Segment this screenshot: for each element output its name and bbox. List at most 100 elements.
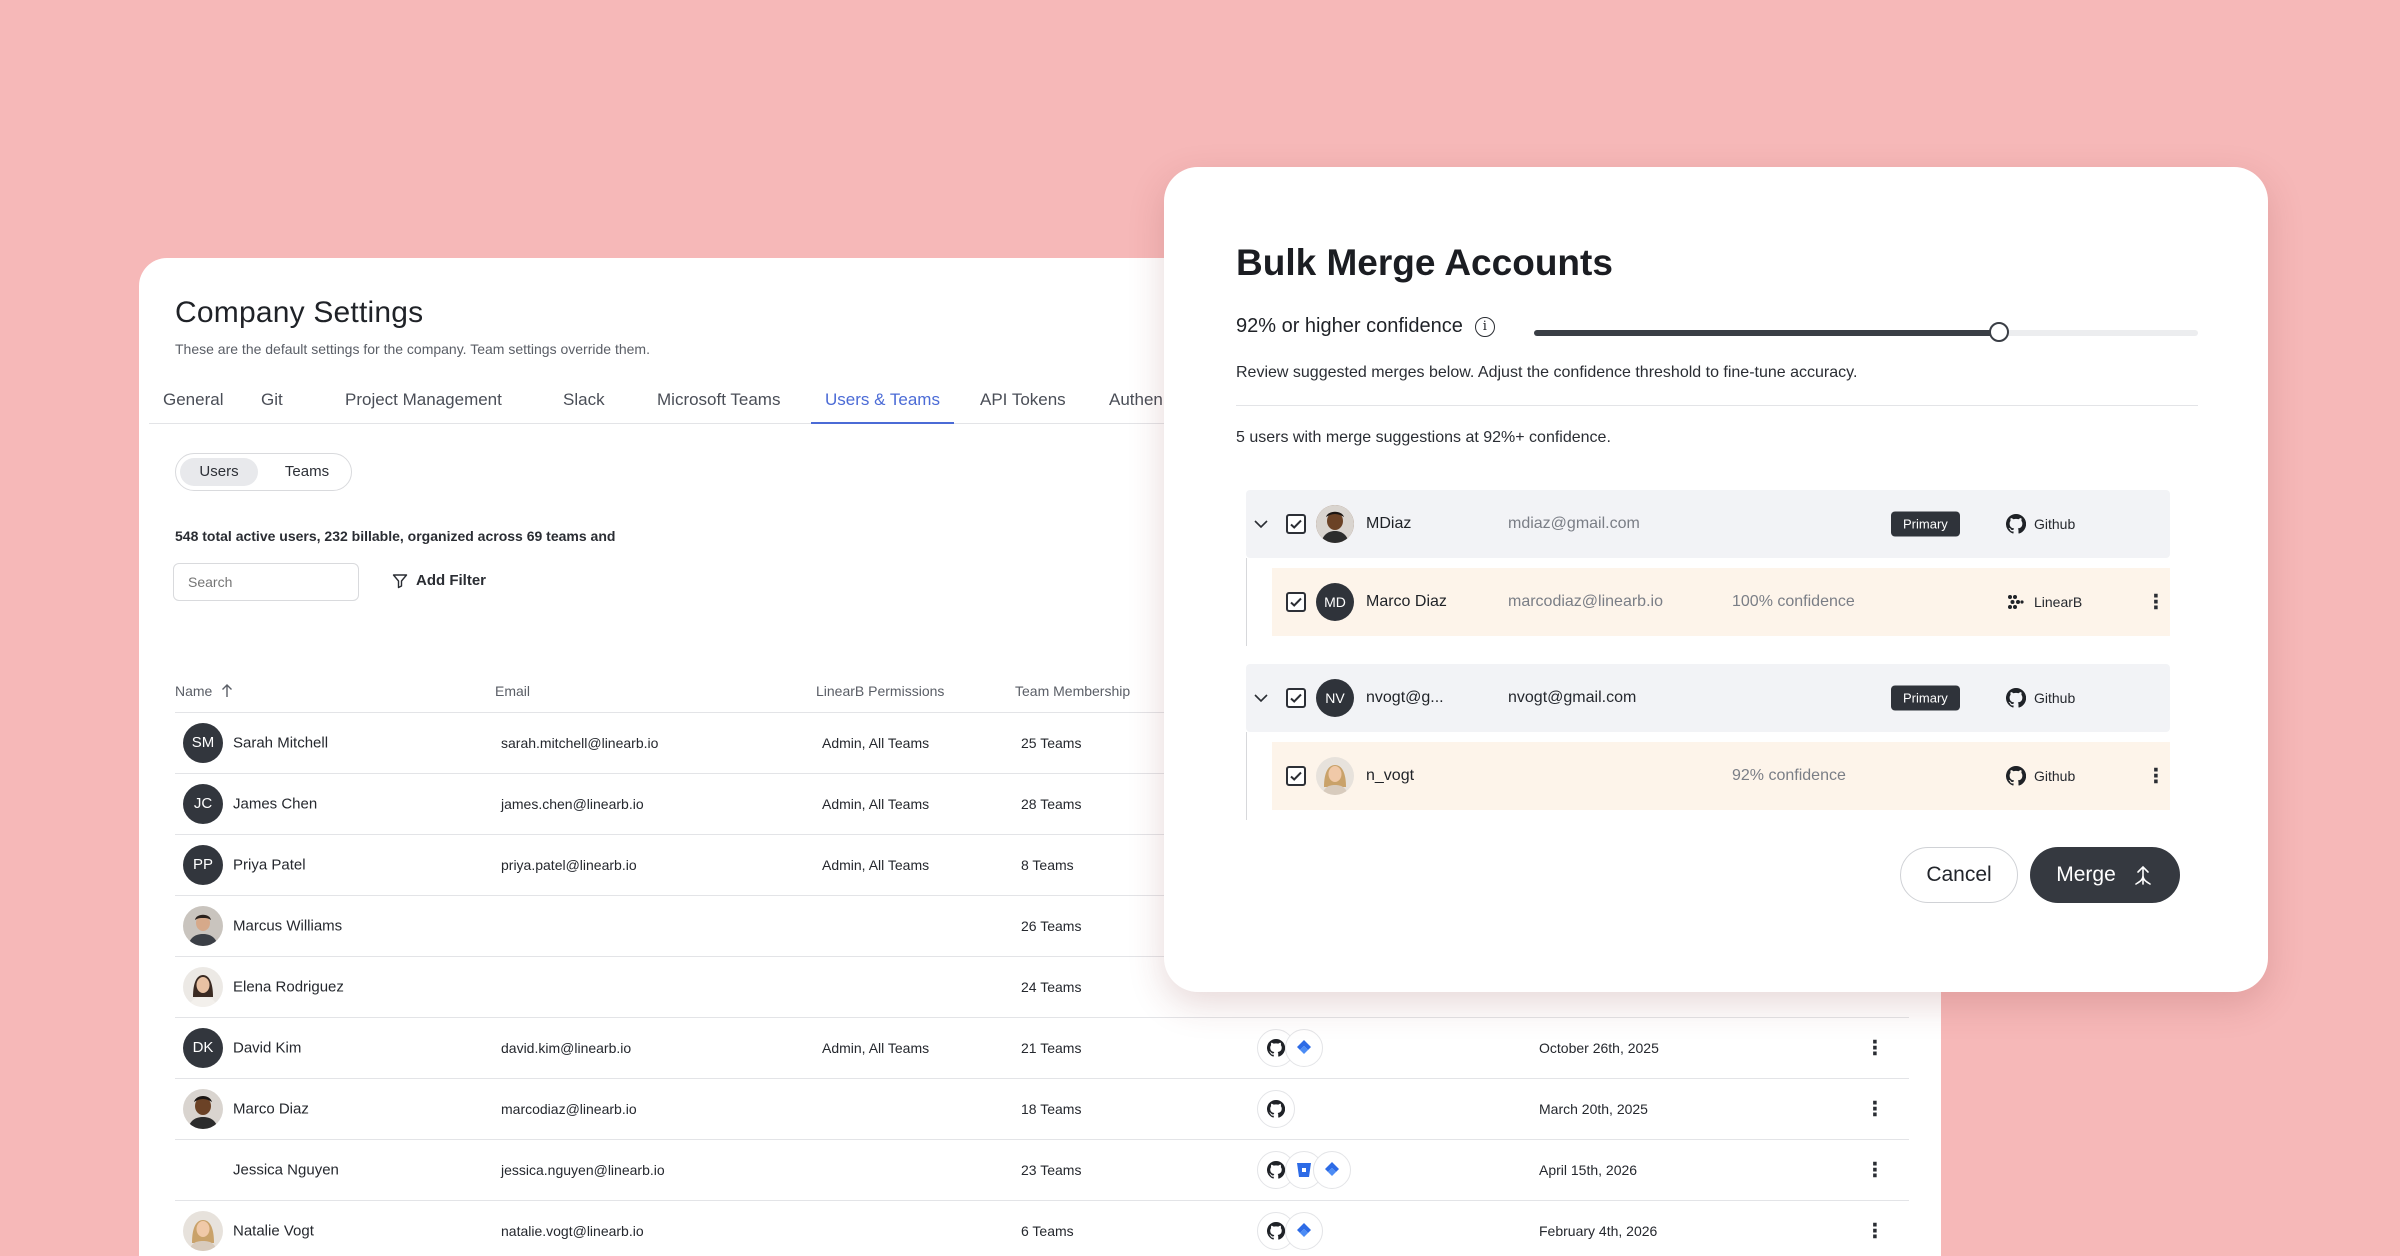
- checkbox[interactable]: [1286, 766, 1306, 786]
- user-team-count: 25 Teams: [1021, 735, 1082, 751]
- source-github: Github: [2006, 766, 2075, 786]
- account-email: mdiaz@gmail.com: [1508, 515, 1640, 532]
- modal-title: Bulk Merge Accounts: [1236, 242, 1613, 283]
- tab-api-tokens[interactable]: API Tokens: [966, 376, 1080, 424]
- group-connector: [1246, 558, 1247, 646]
- table-row[interactable]: Natalie Vogt natalie.vogt@linearb.io 6 Tea…: [175, 1201, 1909, 1256]
- user-email: marcodiaz@linearb.io: [501, 1101, 637, 1117]
- add-filter-label: Add Filter: [416, 572, 486, 589]
- column-teams[interactable]: Team Membership: [1015, 683, 1130, 699]
- avatar: [1316, 757, 1354, 795]
- toggle-teams[interactable]: Teams: [272, 458, 342, 486]
- search-input[interactable]: [173, 563, 359, 601]
- merge-group: NV nvogt@g... nvogt@gmail.com Primary Gi…: [1246, 664, 2170, 820]
- avatar: PP: [183, 845, 223, 885]
- user-name[interactable]: David Kim: [233, 1040, 301, 1057]
- github-icon: [1267, 1161, 1285, 1179]
- primary-account-row[interactable]: MDiaz mdiaz@gmail.com Primary Github: [1246, 490, 2170, 558]
- more-options-icon[interactable]: ⋮: [2146, 590, 2166, 615]
- avatar: [183, 1211, 223, 1251]
- tab-project-management[interactable]: Project Management: [331, 376, 516, 424]
- user-name[interactable]: Priya Patel: [233, 857, 306, 874]
- user-name[interactable]: Elena Rodriguez: [233, 979, 344, 996]
- source-label: LinearB: [2034, 594, 2083, 610]
- toggle-users[interactable]: Users: [180, 458, 258, 486]
- github-icon: [2006, 514, 2026, 534]
- source-linearb: LinearB: [2006, 592, 2082, 612]
- tab-microsoft-teams[interactable]: Microsoft Teams: [643, 376, 794, 424]
- user-permissions: Admin, All Teams: [822, 735, 930, 751]
- user-name[interactable]: James Chen: [233, 796, 317, 813]
- column-email[interactable]: Email: [495, 683, 530, 699]
- merge-button-label: Merge: [2056, 863, 2116, 886]
- user-email: natalie.vogt@linearb.io: [501, 1223, 644, 1239]
- suggested-account-row[interactable]: MD Marco Diaz marcodiaz@linearb.io 100% …: [1272, 568, 2170, 636]
- account-name: Marco Diaz: [1366, 593, 1447, 610]
- user-team-count: 23 Teams: [1021, 1162, 1082, 1178]
- more-options-icon[interactable]: ⋮: [1865, 1036, 1885, 1061]
- tab-users-teams[interactable]: Users & Teams: [811, 376, 954, 424]
- group-connector: [1246, 732, 1247, 820]
- jira-integration[interactable]: [1313, 1151, 1351, 1189]
- column-permissions[interactable]: LinearB Permissions: [816, 683, 944, 699]
- chevron-down-icon[interactable]: [1252, 689, 1270, 707]
- user-team-count: 18 Teams: [1021, 1101, 1082, 1117]
- info-icon[interactable]: i: [1474, 316, 1495, 337]
- github-icon: [1267, 1039, 1285, 1057]
- more-options-icon[interactable]: ⋮: [1865, 1219, 1885, 1244]
- tab-slack[interactable]: Slack: [549, 376, 619, 424]
- table-row[interactable]: Marco Diaz marcodiaz@linearb.io 18 Teams Ma…: [175, 1079, 1909, 1140]
- account-email: marcodiaz@linearb.io: [1508, 593, 1663, 610]
- column-name[interactable]: Name: [175, 683, 234, 699]
- source-github: Github: [2006, 514, 2075, 534]
- user-name[interactable]: Marco Diaz: [233, 1101, 309, 1118]
- merge-icon: [2134, 865, 2151, 885]
- user-name[interactable]: Jessica Nguyen: [233, 1162, 339, 1179]
- merge-button[interactable]: Merge: [2030, 847, 2180, 903]
- more-options-icon[interactable]: ⋮: [2146, 764, 2166, 789]
- tab-general[interactable]: General: [149, 376, 237, 424]
- divider: [1236, 405, 2198, 406]
- cancel-button[interactable]: Cancel: [1900, 847, 2018, 903]
- github-icon: [2006, 766, 2026, 786]
- primary-account-row[interactable]: NV nvogt@g... nvogt@gmail.com Primary Gi…: [1246, 664, 2170, 732]
- user-name[interactable]: Natalie Vogt: [233, 1223, 314, 1240]
- user-email: james.chen@linearb.io: [501, 796, 644, 812]
- avatar: NV: [1316, 679, 1354, 717]
- check-icon: [1290, 771, 1302, 781]
- tab-git[interactable]: Git: [247, 376, 297, 424]
- primary-badge: Primary: [1891, 685, 1960, 711]
- checkbox[interactable]: [1286, 592, 1306, 612]
- person-photo-icon: [1316, 505, 1354, 543]
- checkbox[interactable]: [1286, 514, 1306, 534]
- table-row[interactable]: Jessica Nguyen jessica.nguyen@linearb.io 2…: [175, 1140, 1909, 1201]
- jira-icon: [1297, 1040, 1311, 1054]
- jira-integration[interactable]: [1285, 1212, 1323, 1250]
- more-options-icon[interactable]: ⋮: [1865, 1158, 1885, 1183]
- page-subtitle: These are the default settings for the c…: [175, 341, 650, 357]
- filter-icon: [392, 573, 408, 588]
- table-row[interactable]: DK David Kim david.kim@linearb.io Admin, Al…: [175, 1018, 1909, 1079]
- review-text: Review suggested merges below. Adjust th…: [1236, 364, 1858, 381]
- jira-integration[interactable]: [1285, 1029, 1323, 1067]
- suggested-account-row[interactable]: n_vogt 92% confidence Github ⋮: [1272, 742, 2170, 810]
- confidence-slider[interactable]: [1534, 322, 2198, 342]
- chevron-down-icon[interactable]: [1252, 515, 1270, 533]
- more-options-icon[interactable]: ⋮: [1865, 1097, 1885, 1122]
- source-label: Github: [2034, 690, 2076, 706]
- github-icon: [1267, 1222, 1285, 1240]
- github-integration[interactable]: [1257, 1090, 1295, 1128]
- user-name[interactable]: Sarah Mitchell: [233, 735, 328, 752]
- avatar: SM: [183, 723, 223, 763]
- slider-thumb[interactable]: [1988, 322, 2009, 342]
- user-team-count: 8 Teams: [1021, 857, 1074, 873]
- add-filter-button[interactable]: Add Filter: [392, 572, 486, 589]
- integrations: [1257, 1151, 1351, 1189]
- checkbox[interactable]: [1286, 688, 1306, 708]
- integrations: [1257, 1090, 1295, 1128]
- slider-fill: [1534, 330, 1999, 336]
- linearb-icon: [2008, 595, 2024, 609]
- user-email: jessica.nguyen@linearb.io: [501, 1162, 665, 1178]
- user-name[interactable]: Marcus Williams: [233, 918, 342, 935]
- avatar: [183, 967, 223, 1007]
